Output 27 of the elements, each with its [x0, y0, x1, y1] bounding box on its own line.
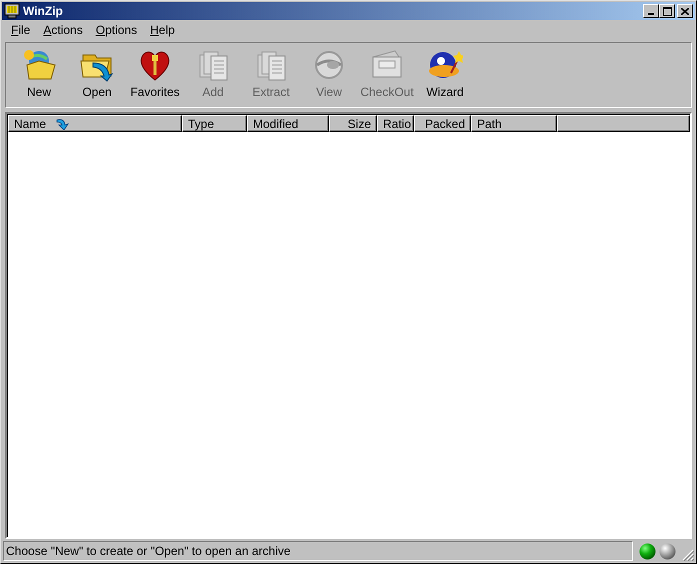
column-header[interactable]: [557, 115, 690, 132]
column-header[interactable]: Type: [182, 115, 247, 132]
column-header[interactable]: Packed: [414, 115, 471, 132]
maximize-button[interactable]: [659, 4, 675, 18]
menu-item[interactable]: File: [4, 23, 36, 37]
toolbar-button[interactable]: Wizard: [416, 47, 474, 107]
resize-grip-icon[interactable]: [682, 549, 694, 561]
toolbar-button[interactable]: Open: [68, 47, 126, 107]
window-title: WinZip: [23, 4, 63, 18]
sort-arrow-icon: [56, 118, 70, 130]
close-button[interactable]: [677, 4, 693, 18]
maximize-icon: [662, 6, 672, 16]
minimize-icon: [648, 13, 654, 15]
column-header[interactable]: Size: [329, 115, 377, 132]
toolbar-button[interactable]: New: [10, 47, 68, 107]
menu-item[interactable]: Help: [143, 23, 181, 37]
close-icon: [681, 8, 689, 14]
status-text: Choose "New" to create or "Open" to open an archive: [3, 541, 633, 561]
minimize-button[interactable]: [643, 4, 659, 18]
menu-item[interactable]: Options: [88, 23, 144, 37]
column-header[interactable]: Name: [8, 115, 182, 132]
toolbar-button[interactable]: Favorites: [126, 47, 184, 107]
column-header[interactable]: Path: [471, 115, 557, 132]
column-header[interactable]: Modified: [247, 115, 329, 132]
app-icon: [4, 3, 20, 19]
column-header[interactable]: Ratio: [377, 115, 414, 132]
menu-item[interactable]: Actions: [36, 23, 89, 37]
